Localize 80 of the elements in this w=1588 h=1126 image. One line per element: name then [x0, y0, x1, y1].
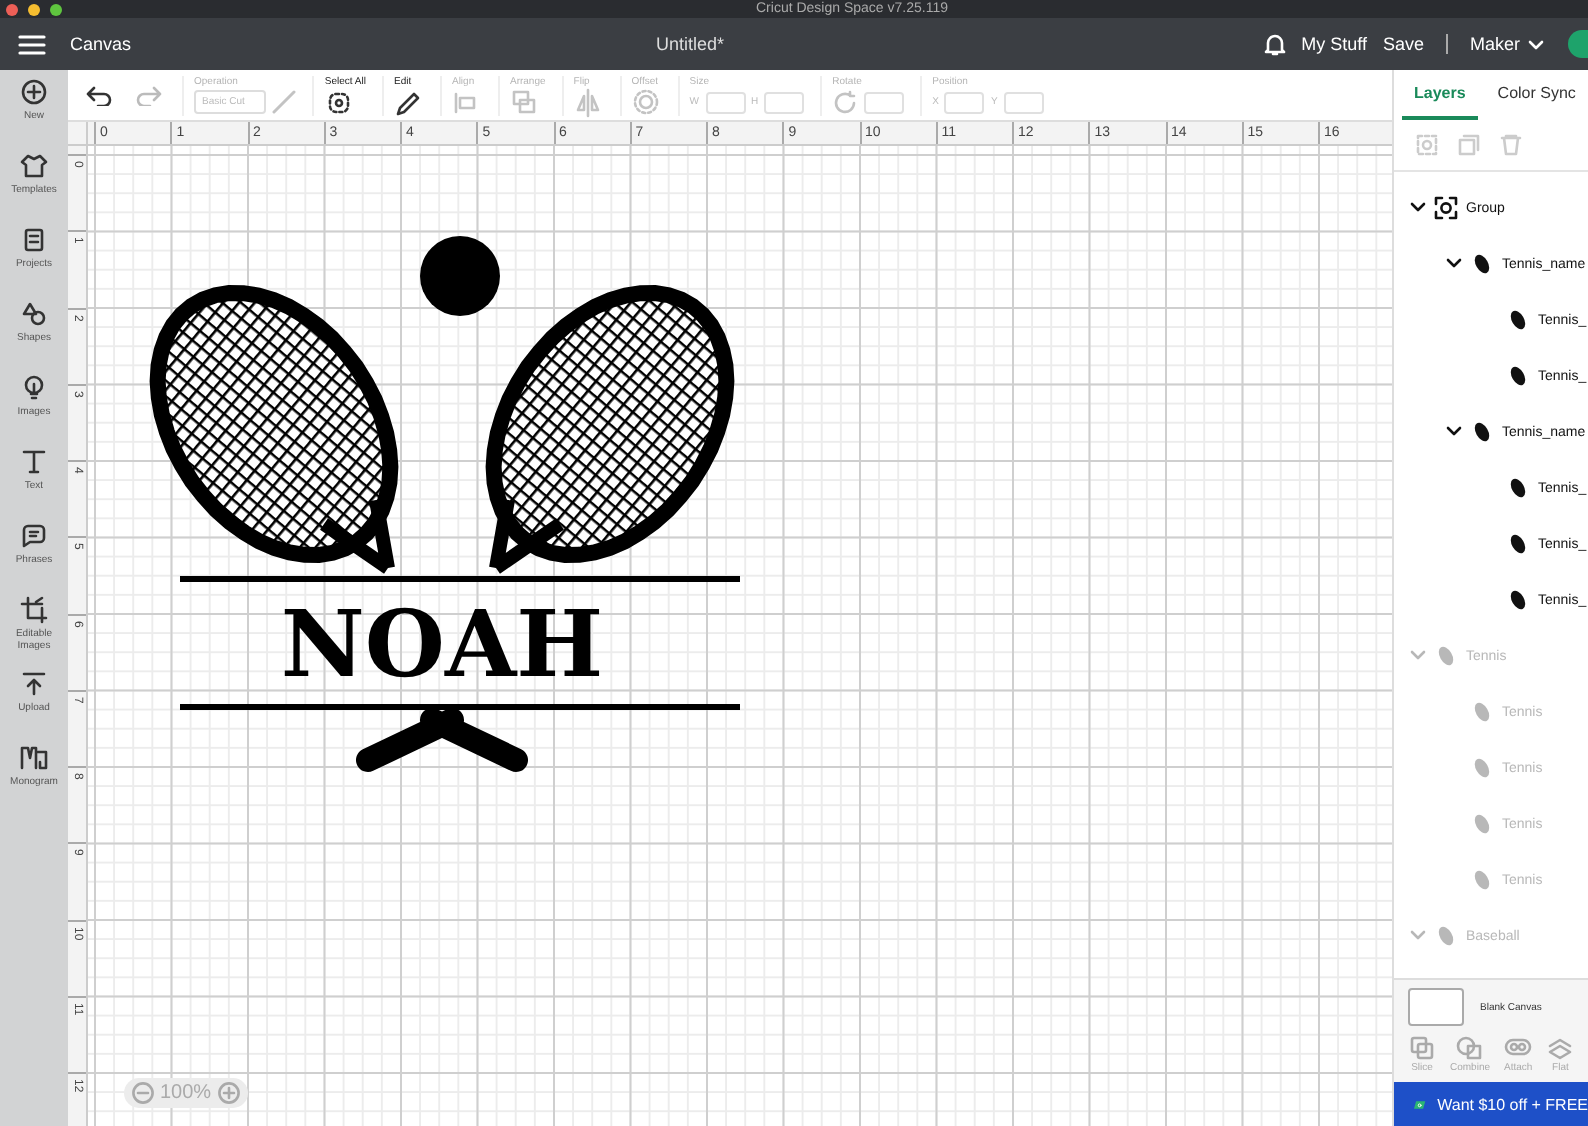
chevron-down-icon: [1528, 39, 1544, 49]
tool-icon: [393, 87, 424, 117]
sidebar-icon: [20, 596, 48, 624]
tool-icon: [509, 87, 540, 117]
make-it-button[interactable]: [1568, 30, 1588, 58]
action-icon: [1408, 1034, 1436, 1060]
toolbar-button[interactable]: [324, 87, 355, 117]
monogram-name[interactable]: NOAH: [280, 590, 604, 698]
toolbar-button[interactable]: [393, 87, 424, 117]
layer-thumbnail-icon: [1434, 644, 1458, 668]
sidebar-icon: [20, 300, 48, 328]
layer-thumbnail-icon: [1506, 364, 1530, 388]
machine-dropdown[interactable]: Maker: [1469, 34, 1544, 54]
action-icon: [1456, 1034, 1484, 1060]
page-title: Canvas: [70, 34, 132, 54]
number-field[interactable]: [1003, 91, 1044, 113]
layer-thumbnail-icon: [1470, 868, 1494, 892]
zoom-in-button[interactable]: [217, 1082, 240, 1104]
sidebar-icon: [20, 374, 48, 402]
window-zoom-button[interactable]: [50, 3, 62, 15]
canvas-color-swatch[interactable]: [1408, 988, 1464, 1026]
chevron-icon[interactable]: [1446, 258, 1462, 270]
menu-icon: [18, 33, 46, 55]
chevron-icon[interactable]: [1410, 202, 1426, 214]
layer-thumbnail-icon: [1470, 756, 1494, 780]
tool-icon: [324, 87, 355, 117]
bell-icon[interactable]: [1263, 32, 1286, 56]
racket-handles-drawing[interactable]: [356, 708, 528, 772]
sidebar-icon: [20, 670, 48, 698]
trash-icon: [1498, 132, 1524, 158]
layer-thumbnail-icon: [1506, 588, 1530, 612]
pen-color-icon[interactable]: [272, 90, 297, 114]
layer-thumbnail-icon: [1434, 924, 1458, 948]
layer-thumbnail-icon: [1506, 532, 1530, 556]
number-field[interactable]: [764, 91, 805, 113]
sidebar-icon: [20, 152, 48, 180]
racket-head-drawing[interactable]: [149, 285, 399, 575]
layer-thumbnail-icon: [1506, 308, 1530, 332]
sidebar-icon: [20, 448, 48, 476]
sidebar-icon: [20, 226, 48, 254]
layer-thumbnail-icon: [1470, 252, 1494, 276]
chevron-icon[interactable]: [1446, 426, 1462, 438]
layer-tool-button[interactable]: [1414, 132, 1440, 158]
panel-tab[interactable]: Layers: [1402, 70, 1478, 120]
layer-thumbnail-icon: [1470, 420, 1494, 444]
sidebar-icon: [20, 744, 48, 772]
number-field[interactable]: [705, 91, 746, 113]
document-title[interactable]: Untitled*: [656, 34, 725, 54]
panel-tab[interactable]: Color Sync: [1485, 70, 1588, 120]
plus-icon: [217, 1082, 240, 1104]
sidebar-icon: [20, 78, 48, 106]
number-field[interactable]: [864, 91, 905, 113]
layer-thumbnail-icon: [1506, 476, 1530, 500]
layer-thumbnail-icon: [1470, 700, 1494, 724]
layer-tool-button[interactable]: [1498, 132, 1524, 158]
tool-icon: [631, 87, 662, 117]
duplicate-icon: [1456, 132, 1482, 158]
tennis-ball-drawing[interactable]: [420, 236, 500, 316]
action-icon: [1504, 1034, 1533, 1060]
action-icon: [1546, 1034, 1575, 1060]
zoom-level: 100%: [160, 1082, 212, 1104]
window-close-button[interactable]: [6, 3, 18, 15]
tool-icon: [573, 87, 604, 117]
minus-icon: [132, 1082, 154, 1104]
group-icon: [1414, 132, 1440, 158]
group-icon: [1434, 196, 1458, 220]
layer-thumbnail-icon: [1470, 812, 1494, 836]
rotate-icon: [832, 89, 859, 115]
window-minimize-button[interactable]: [28, 3, 40, 15]
racket-head-drawing[interactable]: [485, 285, 735, 575]
number-field[interactable]: [944, 91, 985, 113]
undo-icon: [86, 85, 112, 105]
zoom-out-button[interactable]: [132, 1082, 154, 1104]
sidebar-icon: [20, 522, 48, 550]
header-link[interactable]: Save: [1382, 34, 1424, 54]
promo-banner[interactable]: Want $10 off + FREE: [1394, 1082, 1588, 1126]
redo-icon: [136, 85, 162, 105]
layer-tool-button[interactable]: [1456, 132, 1482, 158]
header-link[interactable]: My Stuff: [1301, 34, 1367, 54]
design-canvas[interactable]: NOAH 100%: [88, 146, 1392, 1126]
